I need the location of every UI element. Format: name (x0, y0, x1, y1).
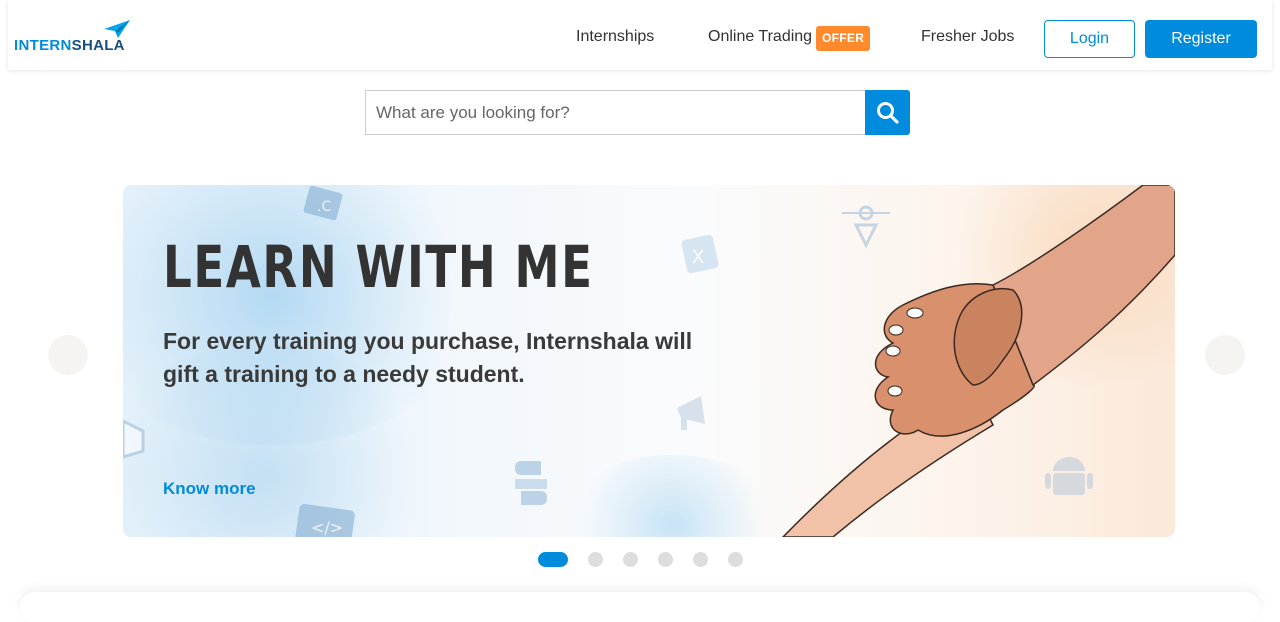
carousel-dot-5[interactable] (693, 552, 708, 567)
logo-wordmark: INTERNSHALA (14, 37, 125, 54)
helping-hands-illustration (781, 185, 1175, 537)
search-button[interactable] (865, 90, 910, 135)
nav-internships[interactable]: Internships (576, 28, 654, 46)
offer-badge: OFFER (816, 26, 871, 51)
search-input[interactable] (365, 90, 865, 135)
code-file-icon (123, 419, 145, 459)
carousel-dots (0, 552, 1280, 568)
carousel-next-button[interactable] (1205, 335, 1245, 375)
nav-fresher-jobs[interactable]: Fresher Jobs (921, 28, 1014, 46)
login-button[interactable]: Login (1044, 20, 1135, 58)
carousel-dot-3[interactable] (623, 552, 638, 567)
internshala-logo[interactable]: INTERNSHALA (14, 20, 138, 54)
banner-subtitle: For every training you purchase, Interns… (163, 328, 693, 387)
carousel-dot-2[interactable] (588, 552, 603, 567)
register-button[interactable]: Register (1145, 20, 1257, 58)
nav-online-trading[interactable]: Online Trading (708, 28, 812, 46)
carousel-dot-6[interactable] (728, 552, 743, 567)
carousel-dot-4[interactable] (658, 552, 673, 567)
promo-banner[interactable]: .C X </> LEARN WITH ME For every trainin… (123, 185, 1175, 537)
carousel-dot-1[interactable] (538, 552, 568, 567)
paper-plane-icon (104, 20, 130, 38)
carousel-prev-button[interactable] (48, 335, 88, 375)
next-section-edge (20, 592, 1260, 622)
banner-title: LEARN WITH ME (163, 233, 594, 301)
site-header: INTERNSHALA Internships Online Trading O… (8, 0, 1272, 70)
code-icon: </> (295, 503, 355, 537)
c-file-icon: .C (303, 185, 343, 221)
svg-text:</>: </> (311, 518, 343, 537)
python-icon (515, 461, 547, 505)
search-icon (877, 102, 899, 124)
know-more-link[interactable]: Know more (163, 479, 256, 499)
svg-text:.C: .C (317, 199, 331, 215)
